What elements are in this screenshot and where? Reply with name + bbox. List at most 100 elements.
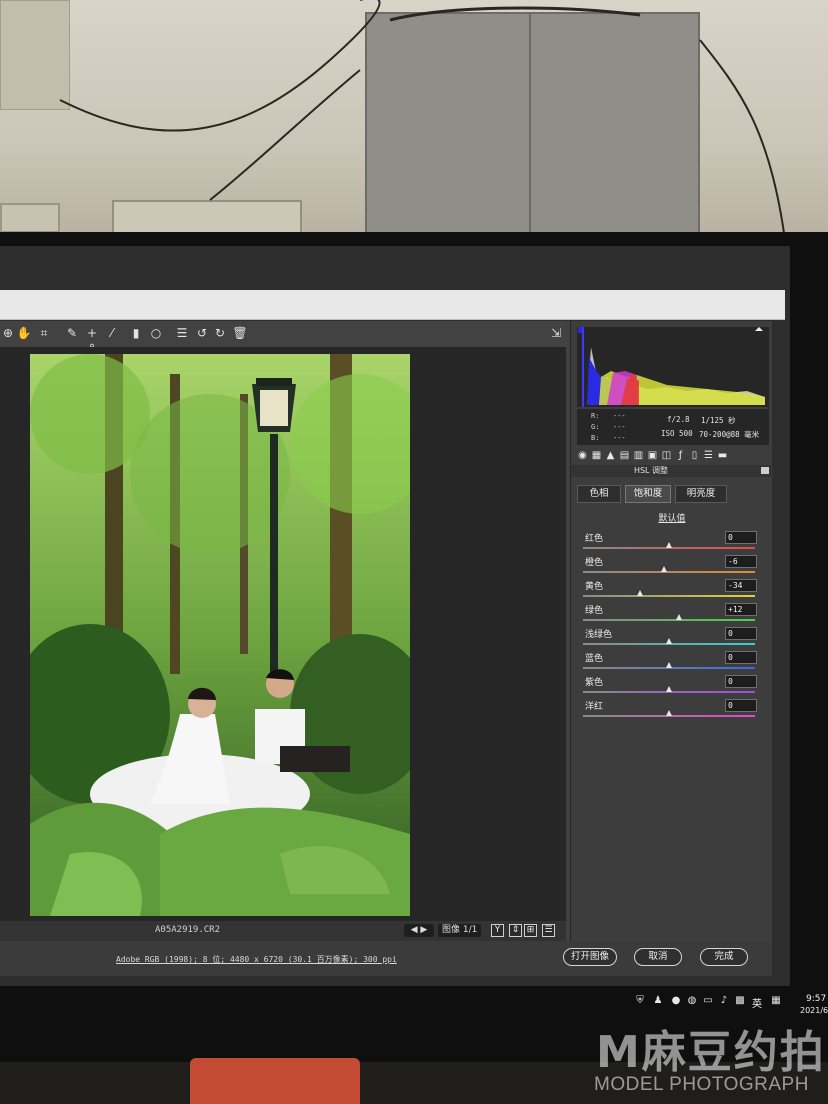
shield-icon[interactable]: ⛨ (634, 995, 646, 1007)
photo-illustration (30, 354, 410, 916)
slider-value-input[interactable]: 0 (725, 675, 757, 688)
cancel-button[interactable]: 取消 (634, 948, 682, 966)
histogram (577, 327, 769, 407)
panel-tab-icons: ◉ ▦ ▲ ▤ ▥ ▣ ◫ ƒ ▯ ☰ ▬ (575, 449, 769, 463)
trash-icon[interactable]: 🗑 (232, 325, 248, 341)
default-link[interactable]: 默认值 (571, 511, 773, 524)
view-settings-button[interactable]: ☰ (542, 924, 555, 937)
preview-canvas[interactable] (0, 347, 566, 921)
clock-time[interactable]: 9:57 (806, 994, 826, 1004)
slider-value-input[interactable]: -34 (725, 579, 757, 592)
monitor-screen: ⊕ ✋ ⌗ ✎ +° ⁄ ▮ ○ ☰ ↺ ↻ 🗑 ⇲ (0, 246, 828, 1016)
tab-saturation[interactable]: 饱和度 (625, 485, 671, 503)
slider-value-input[interactable]: 0 (725, 627, 757, 640)
brush-tool-icon[interactable]: ⁄ (104, 325, 120, 341)
camera-calibration-icon[interactable]: ▯ (689, 449, 700, 462)
panel-menu-icon[interactable] (761, 467, 769, 474)
slider-value-input[interactable]: 0 (725, 699, 757, 712)
slider-value-input[interactable]: -6 (725, 555, 757, 568)
slider-label: 蓝色 (585, 654, 604, 664)
r-label: R: (591, 412, 600, 420)
tab-luminance[interactable]: 明亮度 (675, 485, 727, 503)
slider-value-input[interactable]: 0 (725, 651, 757, 664)
radial-filter-icon[interactable]: ○ (148, 325, 164, 341)
slider-thumb[interactable] (666, 662, 672, 668)
red-eye-icon[interactable]: +° (84, 325, 100, 356)
slider-thumb[interactable] (666, 542, 672, 548)
histogram-graph (577, 327, 769, 407)
preferences-icon[interactable]: ☰ (174, 325, 190, 341)
copy-settings-button[interactable]: ⊞ (524, 924, 537, 937)
workflow-options-link[interactable]: Adobe RGB (1998); 8 位; 4480 x 6720 (30.1… (116, 954, 397, 965)
slider-track[interactable] (583, 571, 755, 573)
clock-date[interactable]: 2021/6 (800, 1006, 828, 1015)
zoom-tool-icon[interactable]: ⊕ (0, 325, 16, 341)
aperture-readout: f/2.8 (667, 415, 690, 424)
toolbar: ⊕ ✋ ⌗ ✎ +° ⁄ ▮ ○ ☰ ↺ ↻ 🗑 ⇲ (0, 321, 566, 356)
slider-thumb[interactable] (676, 614, 683, 620)
image-nav-arrows[interactable]: ◀ ▶ (404, 924, 434, 937)
slider-label: 绿色 (585, 606, 604, 616)
slider-thumb[interactable] (636, 590, 643, 596)
filename-label: A05A2919.CR2 (155, 925, 221, 935)
section-title: HSL 调整 (633, 466, 669, 475)
camera-raw-dialog: ⊕ ✋ ⌗ ✎ +° ⁄ ▮ ○ ☰ ↺ ↻ 🗑 ⇲ (0, 321, 773, 976)
hsl-icon[interactable]: ▤ (619, 449, 630, 462)
slider-track[interactable] (583, 595, 755, 597)
person-icon[interactable]: ♟ (652, 995, 664, 1007)
b-value: --- (613, 434, 626, 442)
watermark-logo: M麻豆约拍 (596, 1027, 826, 1078)
hand-tool-icon[interactable]: ✋ (16, 325, 32, 341)
r-value: --- (613, 412, 626, 420)
slider-label: 洋红 (585, 702, 604, 712)
slider-value-input[interactable]: +12 (725, 603, 757, 616)
basic-panel-icon[interactable]: ◉ (577, 449, 588, 462)
toggle-fullscreen-icon[interactable]: ⇲ (548, 325, 564, 341)
hsl-section-header: HSL 调整 (571, 465, 773, 477)
before-after-button[interactable]: Y (491, 924, 504, 937)
image-status-bar: A05A2919.CR2 ◀ ▶ 图像 1/1 Y ⇕ ⊞ ☰ (0, 921, 566, 941)
shutter-readout: 1/125 秒 (701, 416, 736, 425)
slider-thumb[interactable] (666, 638, 672, 644)
ime-icon[interactable]: ▦ (770, 995, 782, 1007)
open-image-button[interactable]: 打开图像 (563, 948, 617, 966)
done-button[interactable]: 完成 (700, 948, 748, 966)
image-counter: 图像 1/1 (438, 924, 482, 937)
spot-removal-icon[interactable]: ✎ (64, 325, 80, 341)
detail-icon[interactable]: ▲ (605, 449, 616, 462)
volume-icon[interactable]: ♪ (718, 995, 730, 1007)
wall-cables (59, 0, 786, 241)
slider-thumb[interactable] (666, 686, 672, 692)
wechat-icon[interactable]: ● (670, 995, 682, 1007)
g-value: --- (613, 423, 626, 431)
dialog-title-bar (0, 290, 785, 320)
g-label: G: (591, 423, 600, 431)
slider-value-input[interactable]: 0 (725, 531, 757, 544)
snapshots-icon[interactable]: ▬ (717, 449, 728, 462)
slider-label: 黄色 (585, 582, 604, 592)
tone-curve-icon[interactable]: ▦ (591, 449, 602, 462)
slider-label: 浅绿色 (585, 630, 613, 640)
crop-tool-icon[interactable]: ⌗ (36, 325, 52, 341)
nvidia-icon[interactable]: ▩ (734, 995, 746, 1007)
slider-label: 橙色 (585, 558, 604, 568)
split-toning-icon[interactable]: ▥ (633, 449, 644, 462)
presets-icon[interactable]: ☰ (703, 449, 714, 462)
slider-track[interactable] (583, 619, 755, 621)
slider-thumb[interactable] (666, 710, 672, 716)
graduated-filter-icon[interactable]: ▮ (128, 325, 144, 341)
wedding-photo-preview (30, 354, 410, 916)
tab-hue[interactable]: 色相 (577, 485, 621, 503)
monitor-stand (190, 1058, 360, 1104)
effects-icon[interactable]: ƒ (675, 449, 686, 462)
transform-icon[interactable]: ◫ (661, 449, 672, 462)
network-icon[interactable]: ▭ (702, 995, 714, 1007)
rotate-left-icon[interactable]: ↺ (194, 325, 210, 341)
watermark-subtitle: MODEL PHOTOGRAPH (594, 1074, 809, 1095)
rotate-right-icon[interactable]: ↻ (212, 325, 228, 341)
chat-icon[interactable]: ◍ (686, 995, 698, 1007)
input-language-indicator[interactable]: 英 (752, 995, 762, 1010)
swap-view-button[interactable]: ⇕ (509, 924, 522, 937)
lens-corrections-icon[interactable]: ▣ (647, 449, 658, 462)
slider-thumb[interactable] (660, 566, 667, 572)
